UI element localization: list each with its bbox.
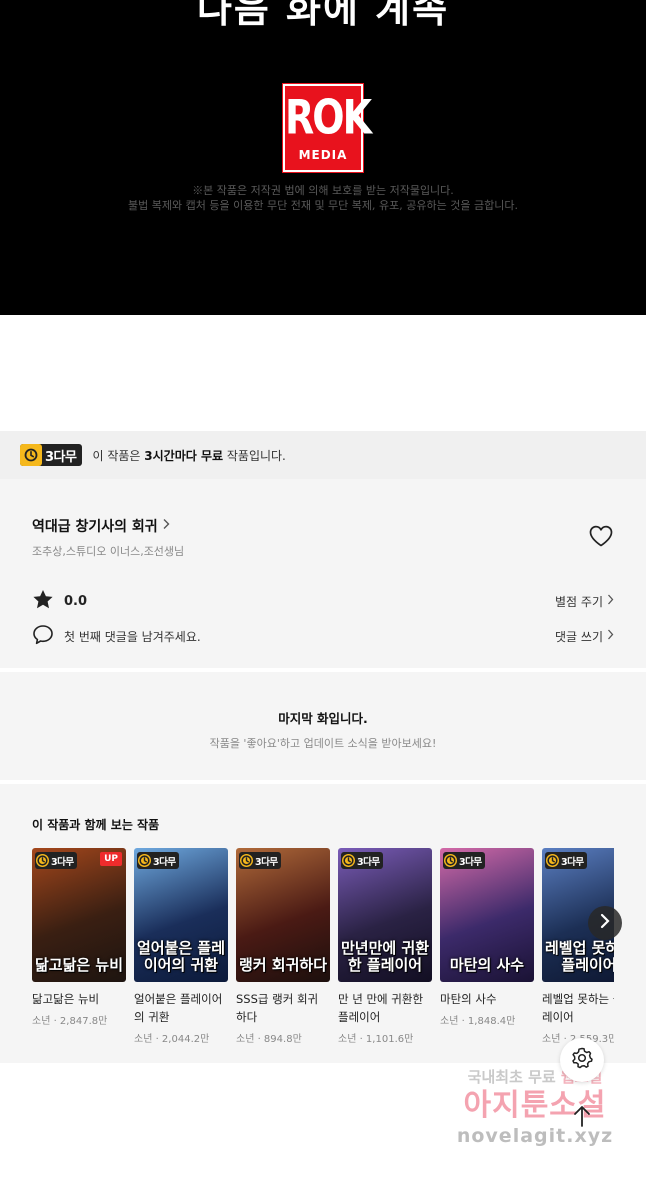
- recommendation-meta: 소년 · 2,044.2만: [134, 1034, 210, 1045]
- recommendation-title: 얼어붙은 플레이어의 귀환: [134, 992, 223, 1024]
- comment-prompt: 첫 번째 댓글을 남겨주세요.: [64, 629, 201, 644]
- clock-icon: [444, 854, 457, 867]
- chevron-right-icon: [162, 518, 170, 534]
- update-badge: UP: [100, 852, 122, 866]
- rate-link[interactable]: 별점 주기: [555, 593, 614, 610]
- recommendation-card[interactable]: 3다무만년만에 귀환한 플레이어만 년 만에 귀환한 플레이어소년 · 1,10…: [338, 848, 432, 1045]
- copyright-notice: ※본 작품은 저작권 법에 의해 보호를 받는 저작물입니다. 불법 복제와 캡…: [0, 183, 646, 213]
- cover-image: 3다무마탄의 사수: [440, 848, 534, 982]
- cover-art-title: 만년만에 귀환한 플레이어: [340, 939, 430, 974]
- rate-link-label: 별점 주기: [555, 594, 603, 609]
- cover-image: 3다무얼어붙은 플레이어의 귀환: [134, 848, 228, 982]
- recommendation-meta: 소년 · 2,847.8만: [32, 1016, 108, 1027]
- recommendation-card[interactable]: 3다무랭커 회귀하다 SSS급 랭커 회귀하다소년 · 894.8만: [236, 848, 330, 1045]
- recommendation-card[interactable]: 3다무 마탄의 사수 마탄의 사수 소년 · 1,848.4만: [440, 848, 534, 1027]
- wait-free-badge-label: 3다무: [45, 449, 77, 465]
- rating-value: 0.0: [64, 593, 88, 609]
- series-title-link[interactable]: 역대급 창기사의 회귀: [32, 516, 170, 536]
- cover-image: 3다무 UP 닮고닮은 뉴비: [32, 848, 126, 982]
- wait-free-badge-label: 3다무: [153, 856, 176, 868]
- wait-free-badge: 3다무: [35, 852, 77, 869]
- wait-free-badge: 3다무: [137, 852, 179, 869]
- wait-free-badge: 3다무: [545, 852, 587, 869]
- publisher-logo: ROK MEDIA: [283, 84, 372, 172]
- series-authors: 조추상,스튜디오 이너스,조선생님: [32, 545, 185, 558]
- last-episode-subtitle: 작품을 '좋아요'하고 업데이트 소식을 받아보세요!: [209, 737, 437, 750]
- last-episode-notice: 마지막 화입니다. 작품을 '좋아요'하고 업데이트 소식을 받아보세요!: [0, 672, 646, 780]
- recommendation-title: 닮고닮은 뉴비: [32, 992, 100, 1006]
- recommendation-meta: 소년 · 1,848.4만: [440, 1016, 516, 1027]
- chevron-right-icon: [599, 913, 611, 933]
- wait-free-badge: 3다무: [443, 852, 485, 869]
- recommendations-section: 이 작품과 함께 보는 작품 3다무 UP 닮고닮은 뉴비 닮고닮은 뉴비 소년 · 2…: [0, 784, 646, 1063]
- recommendations-list: 3다무 UP 닮고닮은 뉴비 닮고닮은 뉴비 소년 · 2,847.8만 3다무 얼어붙은 …: [32, 848, 614, 1058]
- clock-icon: [138, 854, 151, 867]
- publisher-logo-sub: MEDIA: [298, 148, 348, 162]
- wait-free-badge-label: 3다무: [561, 856, 584, 868]
- last-episode-title: 마지막 화입니다.: [278, 711, 368, 726]
- wait-free-badge: 3다무: [341, 852, 383, 869]
- chevron-right-icon: [607, 629, 614, 643]
- copyright-line-2: 불법 복제와 캡처 등을 이용한 무단 전재 및 무단 복제, 유포, 공유하는…: [128, 199, 518, 212]
- wait-free-badge-label: 3다무: [357, 856, 380, 868]
- write-comment-label: 댓글 쓰기: [555, 629, 603, 644]
- recommendation-title: SSS급 랭커 회귀하다: [236, 992, 319, 1024]
- watermark-line-2: 아지툰소설: [463, 1088, 607, 1123]
- publisher-logo-text: ROK: [285, 89, 372, 145]
- watermark-line-1a: 국내최초 무료: [467, 1068, 561, 1086]
- recommendation-title: 레벨업 못하는 플레이어: [542, 992, 614, 1024]
- cover-art-title: 얼어붙은 플레이어의 귀환: [136, 939, 226, 974]
- wait-free-badge-label: 3다무: [51, 856, 74, 868]
- site-watermark: 국내최초 무료 웹소설 아지툰소설 novelagit.xyz: [440, 1066, 630, 1161]
- cover-art-title: 닮고닮은 뉴비: [34, 956, 124, 974]
- recommendation-card[interactable]: 3다무 UP 닮고닮은 뉴비 닮고닮은 뉴비 소년 · 2,847.8만: [32, 848, 126, 1027]
- heart-icon[interactable]: [588, 524, 614, 548]
- comment-row: 첫 번째 댓글을 남겨주세요. 댓글 쓰기: [32, 624, 614, 648]
- recommendations-heading: 이 작품과 함께 보는 작품: [32, 818, 160, 832]
- free-notice-prefix: 이 작품은: [92, 448, 145, 463]
- recommendation-card[interactable]: 3다무레벨업 못하는 플레이어레벨업 못하는 플레이어소년 · 2,559.3만: [542, 848, 614, 1045]
- clock-icon: [20, 444, 42, 466]
- clock-icon: [342, 854, 355, 867]
- clock-icon: [36, 854, 49, 867]
- recommendation-meta: 소년 · 894.8만: [236, 1034, 302, 1045]
- recommendation-meta: 소년 · 1,101.6만: [338, 1034, 414, 1045]
- settings-button[interactable]: [560, 1038, 604, 1082]
- series-title: 역대급 창기사의 회귀: [32, 519, 158, 535]
- cover-image: 3다무만년만에 귀환한 플레이어: [338, 848, 432, 982]
- wait-free-badge-label: 3다무: [255, 856, 278, 868]
- scroll-top-button[interactable]: [566, 1100, 598, 1136]
- chevron-right-icon: [607, 594, 614, 608]
- wait-free-badge: 3다무: [20, 444, 83, 466]
- cover-art-title: 랭커 회귀하다: [238, 956, 328, 974]
- free-notice-emphasis: 3시간마다 무료: [144, 448, 224, 463]
- wait-free-badge-label: 3다무: [459, 856, 482, 868]
- star-icon: [32, 589, 54, 614]
- speech-bubble-icon: [32, 624, 54, 649]
- cover-art-title: 레벨업 못하는 플레이어: [544, 939, 614, 974]
- recommendation-title: 만 년 만에 귀환한 플레이어: [338, 992, 424, 1024]
- clock-icon: [546, 854, 559, 867]
- cover-image: 3다무랭커 회귀하다: [236, 848, 330, 982]
- comic-end-panel: 다음 화에 계속 ROK MEDIA ※본 작품은 저작권 법에 의해 보호를 …: [0, 0, 646, 315]
- gear-icon: [570, 1046, 594, 1074]
- cover-art-title: 마탄의 사수: [449, 956, 525, 974]
- series-info-card: 역대급 창기사의 회귀 조추상,스튜디오 이너스,조선생님 0.0 별점 주기 …: [0, 479, 646, 668]
- free-notice-text: 이 작품은 3시간마다 무료 작품입니다.: [92, 447, 285, 464]
- recommendation-title: 마탄의 사수: [440, 992, 497, 1006]
- free-notice-bar: 3다무 이 작품은 3시간마다 무료 작품입니다.: [0, 431, 646, 479]
- clock-icon: [240, 854, 253, 867]
- carousel-next-button[interactable]: [588, 906, 622, 940]
- copyright-line-1: ※본 작품은 저작권 법에 의해 보호를 받는 저작물입니다.: [192, 184, 454, 197]
- to-be-continued-text: 다음 화에 계속: [196, 0, 450, 31]
- free-notice-suffix: 작품입니다.: [223, 448, 286, 463]
- rating-row: 0.0 별점 주기: [32, 589, 614, 613]
- watermark-line-3: novelagit.xyz: [456, 1125, 614, 1147]
- wait-free-badge: 3다무: [239, 852, 281, 869]
- arrow-up-icon: [572, 1104, 592, 1132]
- recommendation-card[interactable]: 3다무 얼어붙은 플레이어의 귀환 얼어붙은 플레이어의 귀환 소년 · 2,044.…: [134, 848, 228, 1045]
- write-comment-link[interactable]: 댓글 쓰기: [555, 628, 614, 645]
